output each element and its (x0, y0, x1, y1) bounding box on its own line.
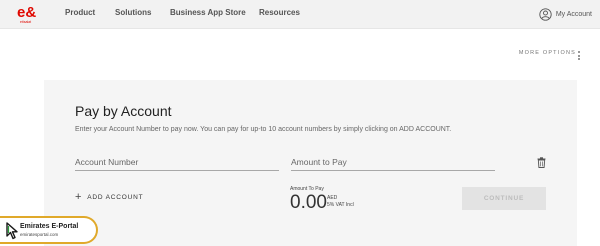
account-number-field (75, 152, 279, 171)
nav-business-app-store[interactable]: Business App Store (170, 8, 246, 17)
page-title: Pay by Account (75, 103, 172, 119)
watermark-url: emiratesportal.com (20, 232, 59, 237)
more-options-link[interactable]: MORE OPTIONS (519, 50, 576, 56)
my-account-link[interactable]: My Account (539, 6, 592, 22)
nav-solutions[interactable]: Solutions (115, 8, 151, 17)
nav-product[interactable]: Product (65, 8, 95, 17)
my-account-label: My Account (555, 10, 592, 18)
user-icon (539, 7, 552, 21)
etisalat-logo[interactable]: e& etisalat (15, 3, 45, 25)
emirates-eportal-watermark: Emirates E-Portal emiratesportal.com (0, 216, 98, 244)
cursor-icon (6, 222, 18, 240)
trash-icon[interactable] (537, 157, 546, 168)
pay-by-account-card: Pay by Account Enter your Account Number… (44, 80, 577, 246)
add-account-label: ADD ACCOUNT (87, 193, 144, 201)
vat-note: 5% VAT Incl (327, 202, 354, 208)
instructions-text: Enter your Account Number to pay now. Yo… (75, 126, 452, 133)
add-account-button[interactable]: + ADD ACCOUNT (75, 191, 144, 203)
more-options-dots-icon[interactable] (578, 51, 580, 61)
account-number-input[interactable] (75, 154, 279, 170)
continue-button[interactable]: CONTINUE (462, 187, 546, 210)
amount-to-pay-field (291, 152, 495, 171)
watermark-title: Emirates E-Portal (20, 223, 79, 230)
top-navigation-bar: e& etisalat Product Solutions Business A… (0, 0, 600, 29)
svg-text:e&: e& (17, 4, 36, 21)
plus-icon: + (75, 191, 83, 203)
amount-to-pay-input[interactable] (291, 154, 495, 170)
svg-text:etisalat: etisalat (20, 20, 31, 24)
nav-resources[interactable]: Resources (259, 8, 300, 17)
amount-total: 0.00 (290, 192, 327, 213)
currency-label: AED (327, 195, 338, 201)
